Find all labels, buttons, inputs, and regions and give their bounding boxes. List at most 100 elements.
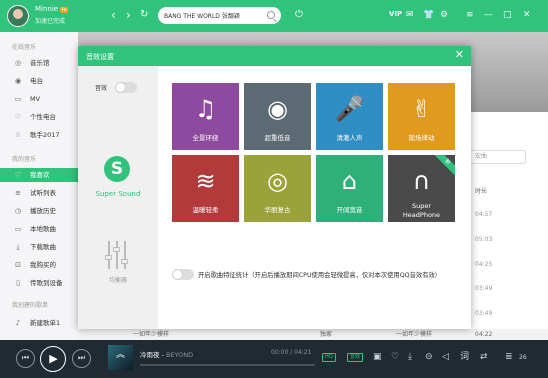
user-status: 加速已完成 bbox=[35, 18, 66, 25]
effect-card-live[interactable]: ✌ 现场律动 bbox=[388, 83, 455, 150]
user-name[interactable]: Minnie lv bbox=[35, 5, 69, 13]
dialog-title: 音效设置 bbox=[86, 53, 114, 61]
refresh-icon[interactable]: ↻ bbox=[140, 8, 148, 22]
sound-effect-toggle-label: 音效 bbox=[95, 85, 108, 92]
equalizer-icon[interactable] bbox=[104, 241, 130, 269]
effect-card-warm[interactable]: ≋ 温暖轻柔 bbox=[172, 155, 239, 222]
dialog-side-panel: 音效 Super Sound 均衡器 bbox=[78, 66, 158, 329]
sidebar-item-history[interactable]: ◷ 播放历史 bbox=[0, 204, 78, 218]
next-button[interactable] bbox=[72, 349, 91, 368]
effect-card-vocal[interactable]: 🎤 清澈人声 bbox=[316, 83, 383, 150]
card-label: 温暖轻柔 bbox=[192, 206, 219, 214]
sidebar-item-singer[interactable]: ☆ 歌手2017 bbox=[0, 128, 78, 142]
sidebar-item-radio[interactable]: ◉ 电台 bbox=[0, 74, 78, 88]
sidebar-item-favorites[interactable]: ♡ 我喜欢 bbox=[0, 168, 78, 182]
album-cover[interactable] bbox=[108, 345, 133, 370]
dialog-header: 音效设置 ✕ bbox=[78, 46, 471, 66]
sidebar-item-new-list[interactable]: ♪ 新建歌单1 bbox=[0, 316, 78, 330]
sidebar-item-mv[interactable]: ▭ MV bbox=[0, 92, 78, 106]
song-time: 04:57 bbox=[475, 211, 493, 218]
card-label: Super bbox=[411, 202, 432, 210]
effect-card-headphone[interactable]: 新 ∩ Super HeadPhone bbox=[388, 155, 455, 222]
effect-badge[interactable]: 音效 bbox=[347, 353, 364, 362]
feature-stat-toggle[interactable] bbox=[172, 269, 194, 280]
card-label-line2: HeadPhone bbox=[402, 211, 441, 219]
personal-radio-icon: ♡ bbox=[14, 113, 22, 121]
new-list-icon: ♪ bbox=[15, 319, 21, 327]
sidebar-item-downloads[interactable]: ⤓ 下载歌曲 bbox=[0, 240, 78, 254]
song-time: 04:25 bbox=[475, 261, 493, 268]
history-icon: ◷ bbox=[14, 207, 22, 215]
close-icon[interactable]: ✕ bbox=[455, 49, 464, 61]
lyrics-icon[interactable]: 词 bbox=[460, 352, 469, 363]
playlist-icon: ≡ bbox=[15, 189, 21, 197]
search-box[interactable] bbox=[158, 7, 281, 24]
play-button[interactable] bbox=[40, 346, 66, 372]
live-icon: ✌ bbox=[411, 95, 432, 123]
song-artist: BEYOND bbox=[165, 351, 194, 359]
play-time: 00:00 / 04:21 bbox=[271, 349, 312, 356]
mail-icon[interactable]: ✉ bbox=[406, 9, 414, 21]
mv-icon: ▭ bbox=[14, 95, 22, 103]
sidebar-item-purchased[interactable]: ⊡ 我购买的 bbox=[0, 258, 78, 272]
sidebar-item-local[interactable]: ▭ 本地歌曲 bbox=[0, 222, 78, 236]
heart-icon: ♡ bbox=[14, 171, 22, 179]
effect-card-bass[interactable]: ◉ 超重低音 bbox=[244, 83, 311, 150]
list-search-input[interactable]: 宏曲 bbox=[470, 150, 526, 164]
close-icon[interactable]: ✕ bbox=[523, 9, 531, 21]
time-column-header: 时长 bbox=[475, 188, 488, 195]
more-icon[interactable]: ⊝ bbox=[425, 352, 433, 363]
device-icon: ▯ bbox=[16, 279, 20, 287]
maximize-icon[interactable]: □ bbox=[503, 9, 512, 21]
warm-icon: ≋ bbox=[195, 167, 216, 195]
sidebar-item-music-hall[interactable]: ◎ 音乐馆 bbox=[0, 56, 78, 70]
row-time: 04:22 bbox=[475, 331, 493, 338]
supersound-logo-icon[interactable] bbox=[104, 156, 130, 182]
shuffle-icon[interactable]: ⇄ bbox=[480, 352, 488, 363]
sound-effect-dialog: 音效设置 ✕ 音效 Super Sound 均衡器 ♫ 全景环绕 ◉ 超重低音 … bbox=[78, 46, 471, 329]
progress-bar[interactable] bbox=[140, 364, 315, 366]
card-label: 华丽复古 bbox=[264, 206, 291, 214]
song-title: 冷雨夜 bbox=[140, 351, 160, 359]
search-input[interactable] bbox=[164, 9, 264, 22]
effect-card-wide[interactable]: ⌂ 开阔宽音 bbox=[316, 155, 383, 222]
settings-icon[interactable]: ⚙ bbox=[440, 9, 448, 21]
menu-icon[interactable]: ≡ bbox=[466, 9, 474, 21]
sidebar-item-personal-radio[interactable]: ♡ 个性电台 bbox=[0, 110, 78, 124]
level-badge: lv bbox=[60, 7, 69, 13]
song-list-panel bbox=[470, 112, 548, 340]
search-icon[interactable] bbox=[267, 11, 275, 19]
quality-badge[interactable]: HQ bbox=[322, 353, 336, 362]
supersound-tab[interactable]: Super Sound bbox=[78, 190, 158, 198]
back-icon[interactable]: ‹ bbox=[111, 8, 116, 22]
vintage-icon: ◎ bbox=[267, 167, 288, 195]
avatar[interactable] bbox=[7, 5, 29, 27]
effect-card-vintage[interactable]: ◎ 华丽复古 bbox=[244, 155, 311, 222]
song-time: 05:03 bbox=[475, 236, 493, 243]
skin-icon[interactable]: 👕 bbox=[423, 9, 434, 21]
headphone-icon: ∩ bbox=[412, 167, 431, 195]
forward-icon[interactable]: › bbox=[126, 8, 131, 22]
mv-play-icon[interactable]: ▣ bbox=[373, 352, 382, 363]
like-icon[interactable]: ♡ bbox=[391, 352, 399, 363]
minimize-icon[interactable]: — bbox=[484, 9, 493, 21]
card-label: 开阔宽音 bbox=[336, 206, 363, 214]
download-icon[interactable]: ⤓ bbox=[408, 352, 412, 363]
equalizer-tab[interactable]: 均衡器 bbox=[78, 275, 158, 284]
wide-icon: ⌂ bbox=[341, 167, 358, 195]
table-row[interactable]: 一如年少模样 独家 一如年少模样 04:22 bbox=[78, 329, 548, 340]
effect-card-panorama[interactable]: ♫ 全景环绕 bbox=[172, 83, 239, 150]
playlist-icon[interactable]: ≣ bbox=[505, 352, 513, 363]
vip-button[interactable]: VIP bbox=[389, 10, 402, 18]
sidebar: 在线音乐 ◎ 音乐馆 ◉ 电台 ▭ MV ♡ 个性电台 ☆ 歌手2017 我的音乐 ♡ 我喜… bbox=[0, 32, 78, 340]
sound-effect-toggle[interactable] bbox=[115, 82, 137, 93]
volume-icon[interactable]: ◁ bbox=[442, 352, 449, 363]
section-created-title: 我创建的歌单 bbox=[12, 302, 49, 309]
row-tag: 独家 bbox=[320, 331, 333, 338]
card-label: 超重低音 bbox=[264, 134, 291, 142]
sidebar-item-trial-list[interactable]: ≡ 试听列表 bbox=[0, 186, 78, 200]
download-arrow-icon[interactable]: ⏻ bbox=[295, 9, 303, 21]
sidebar-item-device[interactable]: ▯ 传歌到设备 bbox=[0, 276, 78, 290]
previous-button[interactable] bbox=[16, 349, 35, 368]
card-label: 现场律动 bbox=[408, 134, 435, 142]
